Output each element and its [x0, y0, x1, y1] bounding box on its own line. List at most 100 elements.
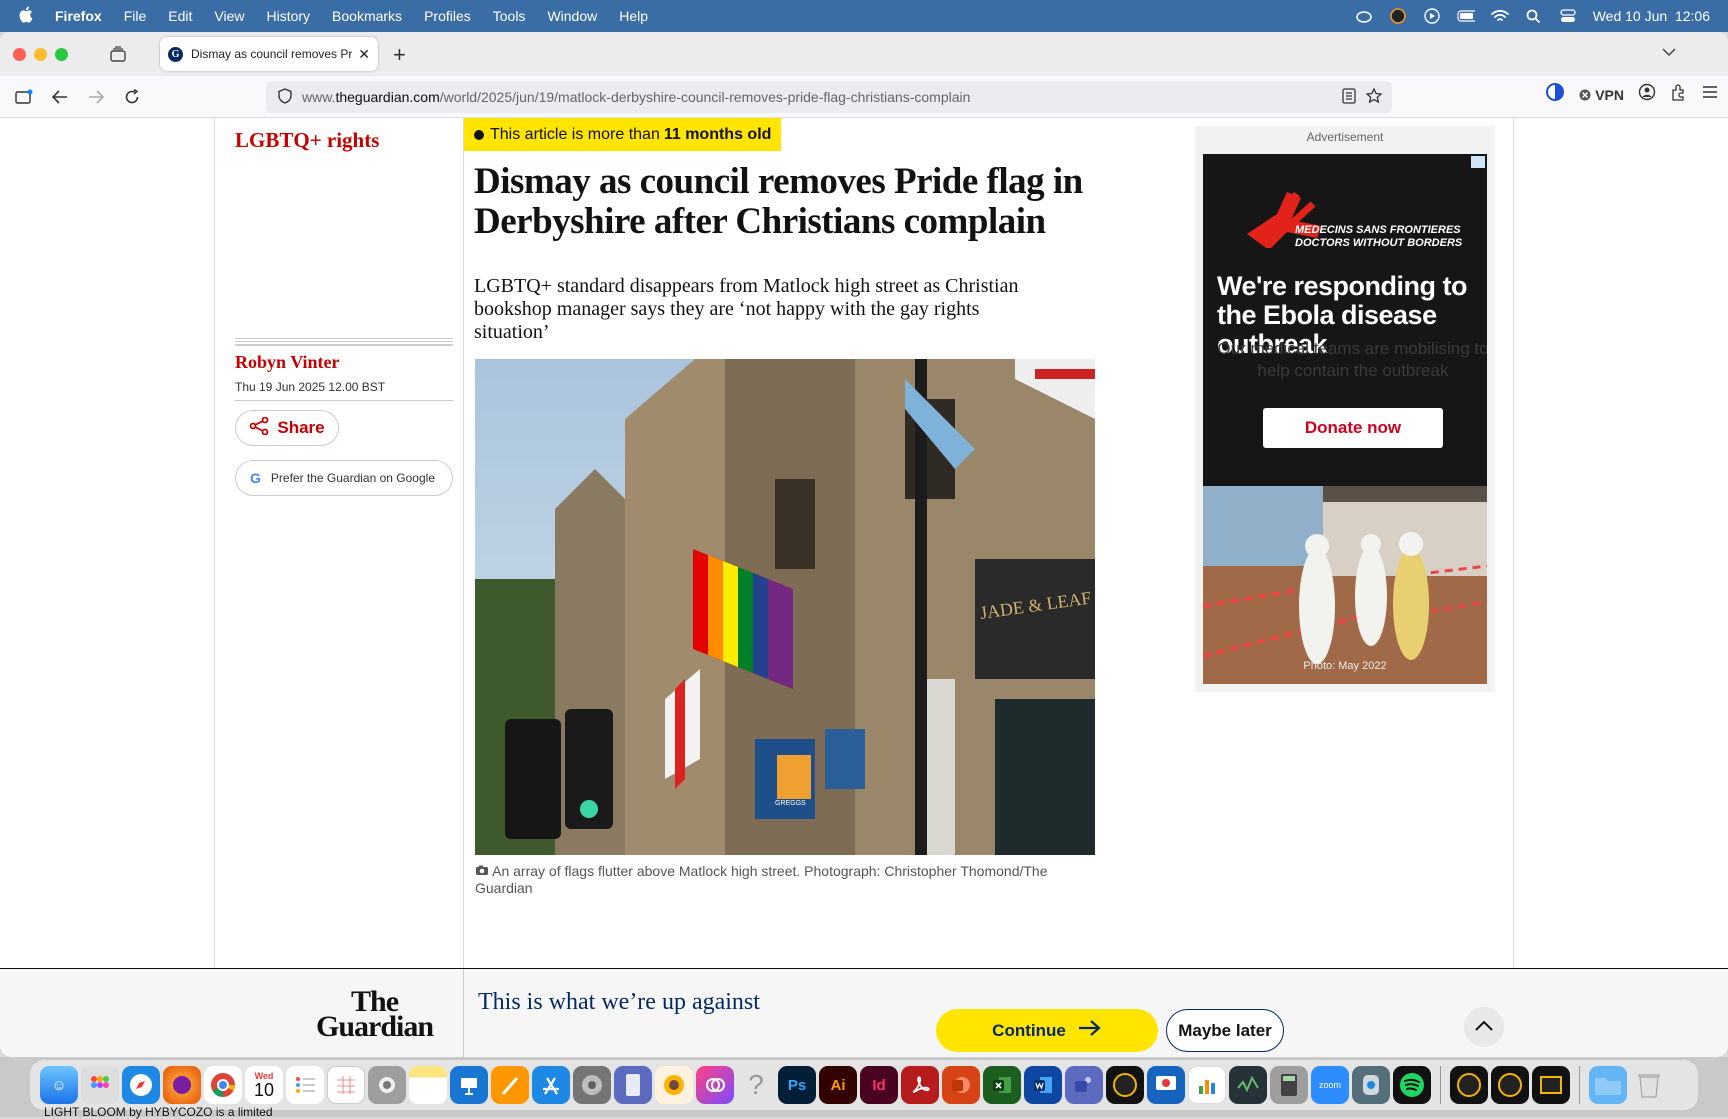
- unknown-app-icon[interactable]: ?: [737, 1066, 775, 1104]
- menu-profiles[interactable]: Profiles: [424, 8, 471, 24]
- hybycozo-dock-icon[interactable]: [1106, 1066, 1144, 1104]
- creative-cloud-icon[interactable]: [1355, 8, 1373, 24]
- preview-icon[interactable]: [614, 1066, 652, 1104]
- bookmark-star-icon[interactable]: [1365, 86, 1383, 107]
- menu-window[interactable]: Window: [547, 8, 597, 24]
- safari-icon[interactable]: [122, 1066, 160, 1104]
- activity-monitor-icon[interactable]: [1229, 1066, 1267, 1104]
- acrobat-icon[interactable]: [901, 1066, 939, 1104]
- continue-button[interactable]: Continue: [936, 1009, 1158, 1052]
- menubar-clock[interactable]: Wed 10 Jun 12:06: [1593, 8, 1710, 24]
- close-window-button[interactable]: [13, 47, 26, 61]
- tab-strip: G Dismay as council removes Prid ✕ +: [0, 32, 1728, 76]
- finder-icon[interactable]: ☺: [40, 1066, 78, 1104]
- vpn-button[interactable]: VPN: [1579, 87, 1624, 103]
- teams-icon[interactable]: [1065, 1066, 1103, 1104]
- keynote-icon[interactable]: [450, 1066, 488, 1104]
- maybe-later-button[interactable]: Maybe later: [1166, 1009, 1284, 1052]
- trash-icon[interactable]: [1630, 1066, 1668, 1104]
- firefox-account-sync-icon[interactable]: [1545, 82, 1565, 107]
- spotify-icon[interactable]: [1393, 1066, 1431, 1104]
- indesign-icon[interactable]: Id: [860, 1066, 898, 1104]
- firefox-icon[interactable]: [163, 1066, 201, 1104]
- wifi-icon[interactable]: [1490, 8, 1509, 24]
- tab-overview-icon[interactable]: [108, 44, 128, 64]
- battery-icon[interactable]: [1457, 8, 1475, 24]
- close-tab-icon[interactable]: ✕: [358, 46, 370, 63]
- article-main-photo[interactable]: GREGGS JADE & LEAF: [475, 359, 1095, 855]
- launchpad-icon[interactable]: [81, 1066, 119, 1104]
- collapse-banner-button[interactable]: [1464, 1007, 1504, 1047]
- forward-button[interactable]: [78, 82, 114, 112]
- guardian-logo[interactable]: The Guardian: [316, 987, 434, 1043]
- app-store-icon[interactable]: [532, 1066, 570, 1104]
- menu-file[interactable]: File: [124, 8, 147, 24]
- system-settings-icon[interactable]: [573, 1066, 611, 1104]
- calculator-icon[interactable]: [1270, 1066, 1308, 1104]
- column-divider-main: [463, 118, 464, 968]
- new-tab-icon[interactable]: +: [393, 42, 406, 68]
- share-icon: [249, 416, 269, 440]
- utility-app-icon[interactable]: [1352, 1066, 1390, 1104]
- notes-icon[interactable]: [409, 1066, 447, 1104]
- menu-history[interactable]: History: [266, 8, 310, 24]
- hybycozo-window-icon-1[interactable]: [1450, 1066, 1488, 1104]
- numbers-icon[interactable]: [1188, 1066, 1226, 1104]
- zoom-window-button[interactable]: [55, 47, 68, 61]
- menu-bookmarks[interactable]: Bookmarks: [332, 8, 402, 24]
- photoshop-icon[interactable]: Ps: [778, 1066, 816, 1104]
- site-security-icon[interactable]: [278, 87, 292, 107]
- share-button[interactable]: Share: [235, 410, 339, 446]
- tab-active[interactable]: G Dismay as council removes Prid ✕: [160, 37, 378, 71]
- hybycozo-window-icon-3[interactable]: [1532, 1066, 1570, 1104]
- section-link[interactable]: LGBTQ+ rights: [235, 128, 379, 153]
- hybycozo-icon[interactable]: [1389, 8, 1407, 24]
- calendar-icon[interactable]: Wed 10: [245, 1066, 283, 1104]
- reload-button[interactable]: [114, 82, 150, 112]
- menu-tools[interactable]: Tools: [493, 8, 526, 24]
- menu-edit[interactable]: Edit: [168, 8, 192, 24]
- freeform-icon[interactable]: [327, 1066, 365, 1104]
- extensions-icon[interactable]: [1670, 83, 1688, 106]
- author-link[interactable]: Robyn Vinter: [235, 352, 340, 373]
- zoom-icon[interactable]: zoom: [1311, 1066, 1349, 1104]
- publish-date[interactable]: Thu 19 Jun 2025 12.00 BST: [235, 380, 385, 394]
- app-menu-icon[interactable]: [1702, 85, 1718, 104]
- url-path: /world/2025/jun/19/matlock-derbyshire-co…: [439, 89, 971, 105]
- greggs-sign: GREGGS: [775, 800, 806, 807]
- pages-icon[interactable]: [491, 1066, 529, 1104]
- reader-view-icon[interactable]: [1342, 87, 1356, 107]
- guardian-logo-line2: Guardian: [316, 1010, 434, 1043]
- word-icon[interactable]: [1024, 1066, 1062, 1104]
- play-icon[interactable]: [1423, 8, 1441, 24]
- prefer-google-button[interactable]: G Prefer the Guardian on Google: [235, 460, 453, 496]
- menu-view[interactable]: View: [214, 8, 244, 24]
- hybycozo-window-icon-2[interactable]: [1491, 1066, 1529, 1104]
- minimize-window-button[interactable]: [34, 47, 47, 61]
- list-all-tabs-icon[interactable]: [1662, 44, 1676, 62]
- donate-now-button[interactable]: Donate now: [1263, 408, 1443, 448]
- adchoices-icon[interactable]: [1471, 156, 1485, 168]
- apple-menu-icon[interactable]: [18, 6, 33, 26]
- spotlight-search-icon[interactable]: [1525, 8, 1543, 24]
- url-domain: theguardian.com: [335, 89, 440, 105]
- menu-app-name[interactable]: Firefox: [55, 8, 102, 24]
- back-button[interactable]: [42, 82, 78, 112]
- remote-desktop-icon[interactable]: [1147, 1066, 1185, 1104]
- address-bar[interactable]: www. theguardian.com/world/2025/jun/19/ma…: [266, 81, 1392, 113]
- powerpoint-icon[interactable]: [942, 1066, 980, 1104]
- sunflower-app-icon[interactable]: [655, 1066, 693, 1104]
- account-icon[interactable]: [1638, 83, 1656, 106]
- control-center-icon[interactable]: [1559, 8, 1577, 24]
- downloads-folder-icon[interactable]: [1589, 1066, 1627, 1104]
- system-app-icon[interactable]: [368, 1066, 406, 1104]
- msf-ad-banner[interactable]: MEDECINS SANS FRONTIERES DOCTORS WITHOUT…: [1203, 154, 1487, 684]
- column-divider-left: [214, 118, 215, 968]
- reminders-icon[interactable]: [286, 1066, 324, 1104]
- illustrator-icon[interactable]: Ai: [819, 1066, 857, 1104]
- sidebar-toggle-icon[interactable]: [6, 82, 42, 112]
- excel-icon[interactable]: [983, 1066, 1021, 1104]
- menu-help[interactable]: Help: [619, 8, 648, 24]
- creative-app-icon[interactable]: [696, 1066, 734, 1104]
- chrome-icon[interactable]: [204, 1066, 242, 1104]
